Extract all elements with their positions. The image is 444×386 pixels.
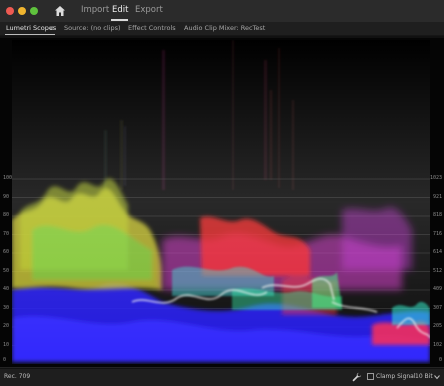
home-icon[interactable] xyxy=(54,5,66,17)
nav-active-indicator xyxy=(111,19,128,21)
tab-audio-clip-mixer[interactable]: Audio Clip Mixer: RecTest xyxy=(184,24,265,32)
left-tick: 60 xyxy=(3,249,10,255)
panel-tab-bar: Lumetri Scopes ≡ Source: (no clips) Effe… xyxy=(0,22,444,36)
right-tick: 102 xyxy=(432,342,442,348)
left-tick: 100 xyxy=(3,175,13,181)
left-tick: 40 xyxy=(3,286,10,292)
left-tick: 50 xyxy=(3,268,10,274)
left-tick: 10 xyxy=(3,342,10,348)
waveform-image xyxy=(12,40,430,364)
left-tick: 90 xyxy=(3,194,10,200)
right-tick: 0 xyxy=(438,357,442,363)
nav-import[interactable]: Import xyxy=(81,5,109,15)
right-tick: 307 xyxy=(432,305,442,311)
panel-menu-icon[interactable]: ≡ xyxy=(49,24,54,32)
colorspace-label[interactable]: Rec. 709 xyxy=(4,373,30,380)
tab-active-indicator xyxy=(5,34,55,35)
wrench-icon[interactable] xyxy=(352,372,362,382)
bit-depth-select[interactable]: 10 Bit xyxy=(412,372,442,383)
clamp-signal-checkbox[interactable] xyxy=(367,373,374,380)
left-tick: 20 xyxy=(3,323,10,329)
nav-export[interactable]: Export xyxy=(135,5,163,15)
minimize-window-button[interactable] xyxy=(18,7,26,15)
right-tick: 716 xyxy=(432,231,442,237)
lumetri-scope-panel: 100 90 80 70 60 50 40 30 20 10 0 1023 92… xyxy=(0,38,444,367)
right-tick: 614 xyxy=(432,249,442,255)
left-tick: 0 xyxy=(3,357,7,363)
close-window-button[interactable] xyxy=(6,7,14,15)
left-tick: 70 xyxy=(3,231,10,237)
tab-effect-controls[interactable]: Effect Controls xyxy=(128,24,176,32)
right-tick: 1023 xyxy=(429,175,442,181)
maximize-window-button[interactable] xyxy=(30,7,38,15)
right-tick: 409 xyxy=(432,286,442,292)
right-tick: 512 xyxy=(432,268,442,274)
right-tick: 818 xyxy=(432,212,442,218)
left-tick: 80 xyxy=(3,212,10,218)
title-bar: Import Edit Export xyxy=(0,0,444,22)
right-tick: 921 xyxy=(432,194,442,200)
left-tick: 30 xyxy=(3,305,10,311)
clamp-signal-label: Clamp Signal xyxy=(376,373,416,380)
tab-source[interactable]: Source: (no clips) xyxy=(64,24,121,32)
bit-depth-value: 10 Bit xyxy=(415,373,433,380)
right-tick: 205 xyxy=(432,323,442,329)
chevron-down-icon xyxy=(434,375,440,380)
rgb-parade-waveform xyxy=(12,40,430,364)
scope-status-bar: Rec. 709 Clamp Signal 10 Bit xyxy=(0,368,444,386)
nav-edit[interactable]: Edit xyxy=(112,5,128,15)
